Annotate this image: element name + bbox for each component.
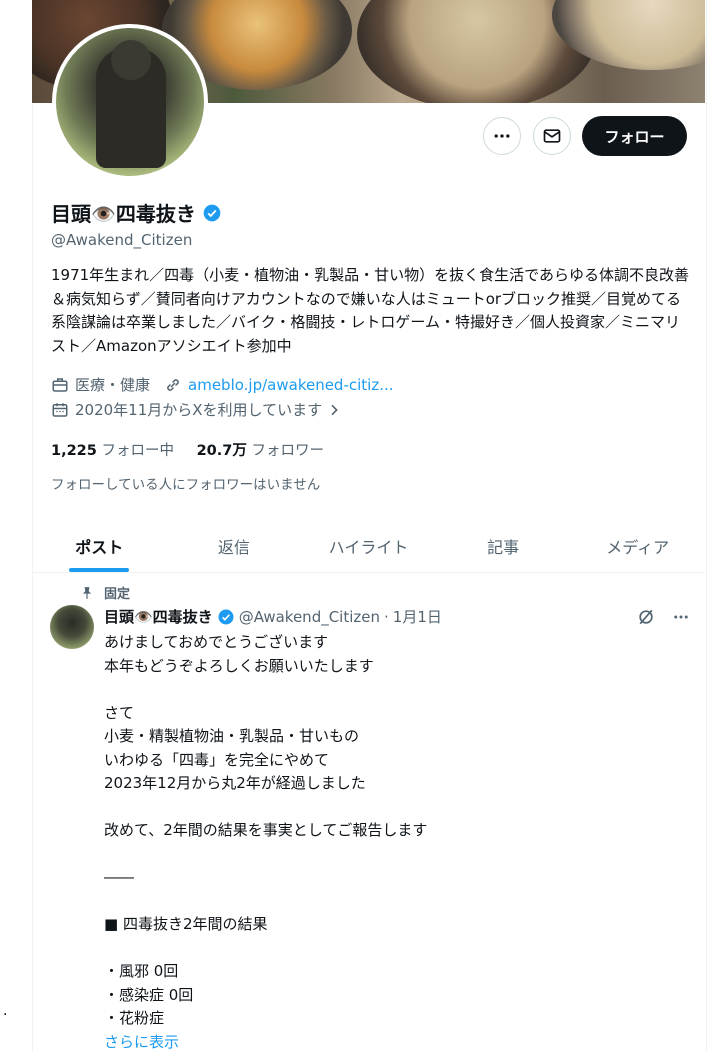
post-line: 小麦・精製植物油・乳製品・甘いもの [104, 727, 360, 745]
followers-label: フォロワー [251, 443, 324, 459]
more-options-button[interactable] [483, 117, 521, 155]
tab-posts[interactable]: ポスト [32, 520, 167, 572]
post-line [104, 843, 664, 867]
calendar-icon [52, 402, 68, 417]
pinned-indicator: 固定 [80, 583, 130, 602]
tab-highlights[interactable]: ハイライト [301, 520, 436, 572]
profile-website-link[interactable]: ameblo.jp/awakened-citiz... [188, 376, 394, 394]
post-header: 目頭👁️四毒抜き @Awakend_Citizen · 1月1日 [104, 606, 442, 627]
pinned-label: 固定 [104, 587, 131, 602]
more-dots-icon[interactable] [672, 608, 690, 626]
verified-badge-icon[interactable] [202, 203, 222, 223]
post-actions [636, 607, 690, 627]
profile-category: 医療・健康 [75, 376, 151, 394]
following-label: フォロー中 [101, 443, 174, 459]
post-body: あけましておめでとうございます 本年もどうぞよろしくお願いいたします さて 小麦… [104, 631, 664, 1031]
following-count: 1,225 [51, 443, 97, 459]
post-author-name[interactable]: 目頭👁️四毒抜き [104, 606, 213, 627]
message-button[interactable] [533, 117, 571, 155]
post-line: さて [104, 703, 135, 722]
profile-name: 目頭👁️四毒抜き [51, 202, 196, 226]
profile-meta-row: 医療・健康 ameblo.jp/awakened-citiz... [51, 374, 394, 395]
post-line: ■ 四毒抜き2年間の結果 [104, 915, 268, 933]
more-dots-icon [494, 134, 510, 138]
tab-replies[interactable]: 返信 [167, 520, 302, 572]
post-line: 2023年12月から丸2年が経過しました [104, 774, 366, 792]
verified-badge-icon [218, 609, 234, 624]
profile-handle: @Awakend_Citizen [51, 231, 193, 249]
post-line [104, 678, 664, 702]
pin-icon [82, 586, 92, 599]
post-line [104, 937, 664, 961]
post-line: 本年もどうぞよろしくお願いいたします [104, 656, 374, 675]
post-line: 改めて、2年間の結果を事実としてご報告します [104, 821, 428, 839]
follow-counts: 1,225 フォロー中 20.7万 フォロワー [51, 439, 324, 460]
profile-joined-row[interactable]: 2020年11月からXを利用しています [51, 399, 342, 420]
post-author-handle[interactable]: @Awakend_Citizen [239, 608, 380, 626]
show-more-link[interactable]: さらに表示 [104, 1031, 179, 1052]
post-line: ―― [104, 868, 134, 886]
profile-tabs: ポスト 返信 ハイライト 記事 メディア [32, 520, 705, 573]
mutual-followers-note: フォローしている人にフォロワーはいません [51, 477, 321, 493]
briefcase-icon [52, 377, 68, 392]
profile-name-row: 目頭👁️四毒抜き [51, 198, 222, 227]
profile-bio: 1971年生まれ／四毒（小麦・植物油・乳製品・甘い物）を抜く食生活であらゆる体調… [51, 266, 690, 355]
chevron-right-icon [331, 404, 338, 415]
follow-button[interactable]: フォロー [582, 116, 687, 156]
post-line: あけましておめでとうございます [104, 633, 329, 651]
post-line: ・風邪 0回 [104, 962, 179, 980]
post-line [104, 890, 664, 914]
post-line: ・花粉症 [104, 1009, 165, 1027]
link-icon [167, 378, 179, 391]
post-author-avatar[interactable] [50, 605, 94, 649]
profile-joined: 2020年11月からXを利用しています [75, 401, 323, 419]
tab-media[interactable]: メディア [570, 520, 705, 572]
post-line: いわゆる「四毒」を完全にやめて [104, 750, 330, 769]
followers-link[interactable]: 20.7万 フォロワー [197, 443, 324, 459]
post-line [104, 796, 664, 820]
profile-avatar[interactable] [52, 24, 208, 180]
stray-dot: . [3, 1003, 8, 1019]
followers-count: 20.7万 [196, 443, 247, 459]
following-link[interactable]: 1,225 フォロー中 [51, 443, 174, 459]
mail-icon [543, 129, 561, 143]
grok-icon[interactable] [636, 607, 656, 627]
tab-articles[interactable]: 記事 [436, 520, 571, 572]
post-date[interactable]: 1月1日 [393, 606, 442, 627]
post-line: ・感染症 0回 [104, 985, 194, 1004]
post-separator-dot: · [384, 607, 389, 626]
